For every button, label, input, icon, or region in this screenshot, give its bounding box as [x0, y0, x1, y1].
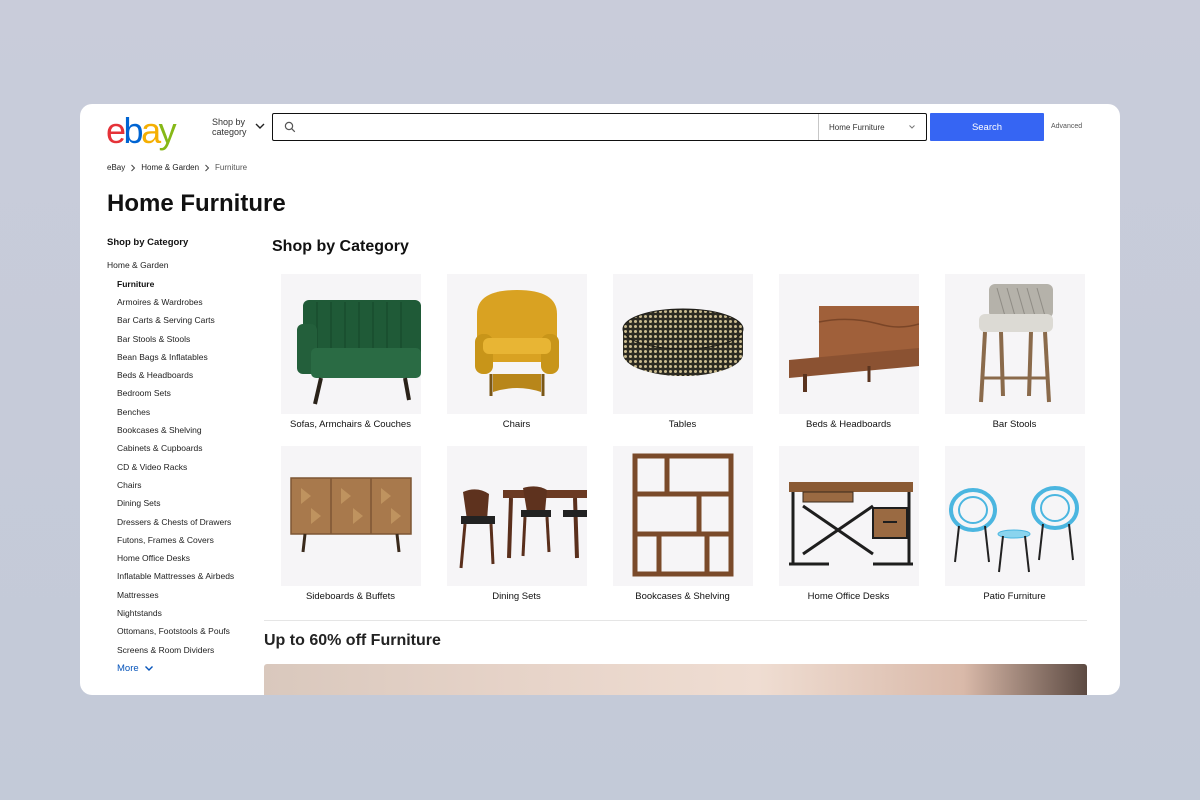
category-card-sideboards[interactable]: Sideboards & Buffets	[272, 446, 429, 616]
sidebar-item[interactable]: Home Office Desks	[117, 553, 247, 564]
category-label: Bookcases & Shelving	[635, 591, 730, 602]
sidebar-more-label: More	[117, 662, 139, 674]
chevron-down-icon	[909, 125, 915, 129]
breadcrumb: eBay Home & Garden Furniture	[107, 163, 247, 172]
promo-title: Up to 60% off Furniture	[264, 632, 441, 649]
advanced-search-link[interactable]: Advanced	[1051, 123, 1082, 130]
browser-window: ebay Shop by category Home Furniture Sea…	[80, 104, 1120, 695]
search-input[interactable]	[296, 114, 818, 140]
category-label: Home Office Desks	[807, 591, 890, 602]
bookcase-image	[612, 446, 753, 586]
sidebar-item[interactable]: Mattresses	[117, 590, 247, 601]
category-label: Beds & Headboards	[805, 419, 892, 430]
sidebar-item[interactable]: CD & Video Racks	[117, 462, 247, 473]
sidebar-item[interactable]: Futons, Frames & Covers	[117, 535, 247, 546]
breadcrumb-home-garden[interactable]: Home & Garden	[141, 163, 199, 172]
chevron-down-icon	[144, 665, 153, 671]
bed-image	[778, 274, 919, 414]
shop-by-category-label: Shop by category	[212, 117, 247, 137]
category-card-patio[interactable]: Patio Furniture	[936, 446, 1093, 616]
category-sidebar: Shop by Category Home & Garden Furniture…	[107, 237, 252, 674]
sidebar-item[interactable]: Armoires & Wardrobes	[117, 297, 247, 308]
sidebar-item[interactable]: Inflatable Mattresses & Airbeds	[117, 571, 247, 582]
category-label: Sideboards & Buffets	[305, 591, 396, 602]
category-card-tables[interactable]: Tables	[604, 274, 761, 444]
sidebar-item[interactable]: Beds & Headboards	[117, 370, 247, 381]
breadcrumb-furniture: Furniture	[215, 163, 248, 172]
sidebar-item[interactable]: Bar Carts & Serving Carts	[117, 315, 247, 326]
chair-image	[446, 274, 587, 414]
category-label: Bar Stools	[992, 419, 1037, 430]
sidebar-item[interactable]: Chairs	[117, 480, 247, 491]
category-card-desks[interactable]: Home Office Desks	[770, 446, 927, 616]
chevron-right-icon	[205, 164, 210, 171]
category-card-dining-sets[interactable]: Dining Sets	[438, 446, 595, 616]
sideboard-image	[280, 446, 421, 586]
table-image	[612, 274, 753, 414]
page-title: Home Furniture	[107, 190, 286, 217]
category-label: Tables	[668, 419, 697, 430]
desk-image	[778, 446, 919, 586]
category-card-bar-stools[interactable]: Bar Stools	[936, 274, 1093, 444]
category-grid: Sofas, Armchairs & Couches Chairs Tables…	[272, 274, 1087, 616]
search-button[interactable]: Search	[930, 113, 1044, 141]
section-title: Shop by Category	[272, 238, 409, 255]
chevron-down-icon[interactable]	[254, 121, 266, 131]
section-divider	[264, 620, 1087, 621]
sidebar-item-home-garden[interactable]: Home & Garden	[107, 260, 252, 270]
breadcrumb-ebay[interactable]: eBay	[107, 163, 125, 172]
bar-stool-image	[944, 274, 1085, 414]
category-card-chairs[interactable]: Chairs	[438, 274, 595, 444]
promo-banner-image[interactable]	[264, 664, 1087, 695]
sidebar-item[interactable]: Bedroom Sets	[117, 388, 247, 399]
sidebar-item[interactable]: Bookcases & Shelving	[117, 425, 247, 436]
search-icon	[284, 121, 296, 133]
category-select[interactable]: Home Furniture	[818, 114, 926, 140]
chevron-right-icon	[131, 164, 136, 171]
shop-by-category-button[interactable]: Shop by category	[212, 117, 252, 137]
patio-image	[944, 446, 1085, 586]
category-label: Dining Sets	[492, 591, 541, 602]
category-label: Chairs	[502, 419, 531, 430]
sidebar-item[interactable]: Benches	[117, 407, 247, 418]
sidebar-heading: Shop by Category	[107, 237, 189, 248]
sidebar-more-button[interactable]: More	[117, 663, 252, 674]
dining-set-image	[446, 446, 587, 586]
category-select-value: Home Furniture	[829, 122, 885, 132]
sidebar-item[interactable]: Bean Bags & Inflatables	[117, 352, 247, 363]
sidebar-item[interactable]: Dressers & Chests of Drawers	[117, 517, 247, 528]
sidebar-item[interactable]: Cabinets & Cupboards	[117, 443, 247, 454]
sidebar-item-furniture: Furniture	[117, 279, 155, 289]
sidebar-item[interactable]: Screens & Room Dividers	[117, 645, 247, 656]
ebay-logo[interactable]: ebay	[106, 110, 177, 152]
search-bar: Home Furniture	[272, 113, 927, 141]
sidebar-item[interactable]: Dining Sets	[117, 498, 247, 509]
category-label: Sofas, Armchairs & Couches	[290, 419, 411, 430]
category-card-bookcases[interactable]: Bookcases & Shelving	[604, 446, 761, 616]
sidebar-item[interactable]: Nightstands	[117, 608, 247, 619]
sidebar-subcategory-list: Armoires & Wardrobes Bar Carts & Serving…	[117, 297, 252, 656]
category-card-beds[interactable]: Beds & Headboards	[770, 274, 927, 444]
category-label: Patio Furniture	[983, 591, 1046, 602]
category-card-sofas[interactable]: Sofas, Armchairs & Couches	[272, 274, 429, 444]
sidebar-item[interactable]: Bar Stools & Stools	[117, 334, 247, 345]
sofa-image	[280, 274, 421, 414]
sidebar-item[interactable]: Ottomans, Footstools & Poufs	[117, 626, 247, 637]
